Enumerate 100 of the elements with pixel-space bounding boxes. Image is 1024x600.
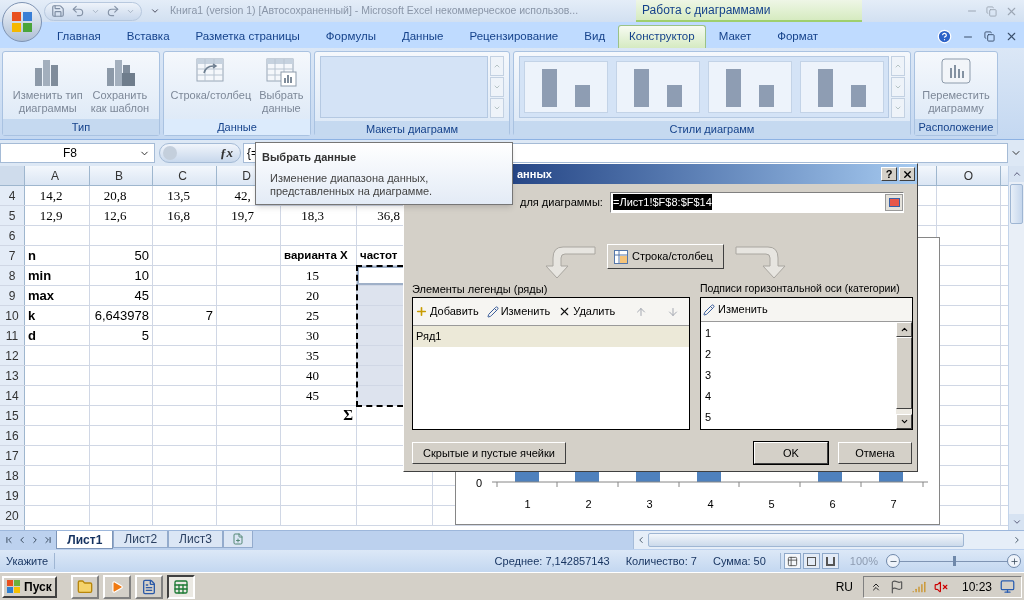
- help-button[interactable]: ?: [881, 167, 897, 181]
- sheet-cell[interactable]: min: [25, 266, 90, 285]
- switch-row-column-button[interactable]: Строка/столбец: [607, 244, 724, 269]
- sheet-cell[interactable]: варианта X: [281, 246, 357, 265]
- column-header[interactable]: B: [115, 166, 123, 185]
- ribbon-tab[interactable]: Главная: [44, 25, 114, 48]
- panel-action-button[interactable]: Добавить: [415, 303, 479, 320]
- sheet-tab[interactable]: Лист2: [113, 531, 169, 548]
- category-list-item[interactable]: 2: [701, 344, 896, 365]
- row-header[interactable]: 16: [0, 426, 25, 445]
- row-header[interactable]: 17: [0, 446, 25, 465]
- horizontal-scrollbar[interactable]: [632, 531, 1024, 549]
- row-header[interactable]: 4: [0, 186, 25, 205]
- ribbon-tab[interactable]: Данные: [388, 25, 457, 48]
- sheet-cell[interactable]: k: [25, 306, 90, 325]
- sheet-cell[interactable]: 18,3: [281, 206, 357, 225]
- first-sheet-icon[interactable]: [3, 535, 14, 545]
- category-list-item[interactable]: 1: [701, 323, 896, 344]
- close-icon[interactable]: [1005, 30, 1018, 43]
- name-box[interactable]: F8: [0, 143, 155, 163]
- sheet-cell[interactable]: 6,643978: [90, 306, 153, 325]
- page-layout-button[interactable]: [802, 553, 820, 569]
- chart-style-thumbnail[interactable]: [800, 61, 884, 113]
- ok-button[interactable]: OK: [754, 442, 828, 464]
- help-icon[interactable]: [937, 29, 952, 44]
- chart-style-thumbnail[interactable]: [708, 61, 792, 113]
- row-header[interactable]: 14: [0, 386, 25, 405]
- column-header[interactable]: C: [178, 166, 187, 185]
- sheet-cell[interactable]: d: [25, 326, 90, 345]
- undo-icon[interactable]: [71, 4, 85, 18]
- category-list-item[interactable]: 5: [701, 407, 896, 428]
- normal-view-button[interactable]: [783, 553, 801, 569]
- row-header[interactable]: 12: [0, 346, 25, 365]
- sheet-cell[interactable]: max: [25, 286, 90, 305]
- row-header[interactable]: 15: [0, 406, 25, 425]
- insert-sheet-button[interactable]: [222, 531, 253, 548]
- redo-icon[interactable]: [106, 4, 120, 18]
- sheet-cell[interactable]: 12,6: [90, 206, 153, 225]
- flag-icon[interactable]: [889, 579, 904, 594]
- sheet-tab[interactable]: Лист1: [56, 531, 114, 549]
- scroll-right-icon[interactable]: [1012, 535, 1022, 545]
- sheet-cell[interactable]: n: [25, 246, 90, 265]
- scroll-up-icon[interactable]: [1011, 169, 1022, 179]
- row-header[interactable]: 11: [0, 326, 25, 345]
- scroll-up-button[interactable]: [896, 322, 912, 337]
- language-indicator[interactable]: RU: [835, 577, 853, 596]
- ribbon-tab[interactable]: Рецензирование: [456, 25, 572, 48]
- row-header[interactable]: 18: [0, 466, 25, 485]
- chart-style-thumbnail[interactable]: [524, 61, 608, 113]
- signal-icon[interactable]: [911, 579, 926, 594]
- customize-icon[interactable]: [150, 6, 160, 16]
- column-header[interactable]: A: [51, 166, 59, 185]
- ribbon-tab[interactable]: Формат: [764, 25, 832, 48]
- last-sheet-icon[interactable]: [42, 535, 53, 545]
- chart-style-thumbnail[interactable]: [616, 61, 700, 113]
- range-field[interactable]: =Лист1!$F$8:$F$14: [610, 191, 904, 213]
- sheet-cell[interactable]: 5: [90, 326, 153, 345]
- ribbon-tab[interactable]: Разметка страницы: [182, 25, 313, 48]
- panel-action-button[interactable]: Удалить: [558, 303, 616, 320]
- sheet-cell[interactable]: 16,8: [153, 206, 217, 225]
- move-down-icon[interactable]: [667, 305, 680, 318]
- row-header[interactable]: 19: [0, 486, 25, 505]
- zoom-in-button[interactable]: [1007, 554, 1021, 568]
- sheet-cell[interactable]: Σ: [281, 406, 357, 425]
- sheet-cell[interactable]: 7: [153, 306, 217, 325]
- list-scrollbar[interactable]: [896, 322, 912, 429]
- ribbon-tab[interactable]: Вставка: [113, 25, 183, 48]
- ribbon-tab[interactable]: Конструктор: [618, 25, 706, 48]
- category-list-item[interactable]: 3: [701, 365, 896, 386]
- sheet-cell[interactable]: 45: [90, 286, 153, 305]
- scroll-down-icon[interactable]: [1011, 517, 1022, 527]
- row-header[interactable]: 20: [0, 506, 25, 525]
- cancel-button[interactable]: Отмена: [838, 442, 912, 464]
- row-header[interactable]: 7: [0, 246, 25, 265]
- muted-speaker-icon[interactable]: [933, 579, 948, 594]
- zoom-slider[interactable]: [900, 556, 1007, 566]
- desktop-icon[interactable]: [1000, 579, 1015, 594]
- row-header[interactable]: 9: [0, 286, 25, 305]
- row-header[interactable]: 6: [0, 226, 25, 245]
- sheet-cell[interactable]: 20,8: [90, 186, 153, 205]
- collapse-button[interactable]: [885, 193, 903, 211]
- function-button[interactable]: ƒx: [220, 143, 233, 163]
- zoom-out-button[interactable]: [886, 554, 900, 568]
- sheet-cell[interactable]: 14,2: [25, 186, 90, 205]
- vertical-scrollbar[interactable]: [1008, 166, 1024, 530]
- panel-action-button[interactable]: Изменить: [486, 303, 551, 320]
- series-list-item[interactable]: Ряд1: [413, 326, 689, 347]
- row-header[interactable]: 10: [0, 306, 25, 325]
- column-header[interactable]: D: [242, 166, 251, 185]
- scroll-thumb[interactable]: [647, 533, 964, 547]
- sheet-cell[interactable]: 50: [90, 246, 153, 265]
- hidden-cells-button[interactable]: Скрытые и пустые ячейки: [412, 442, 566, 464]
- sheet-cell[interactable]: 19,7: [217, 206, 281, 225]
- scroll-thumb[interactable]: [1010, 184, 1023, 224]
- sheet-cell[interactable]: 10: [90, 266, 153, 285]
- row-header[interactable]: 5: [0, 206, 25, 225]
- row-header[interactable]: 8: [0, 266, 25, 285]
- ribbon-tab[interactable]: Вид: [571, 25, 619, 48]
- start-button[interactable]: Пуск: [2, 575, 57, 598]
- taskbar-app-button[interactable]: [166, 574, 195, 599]
